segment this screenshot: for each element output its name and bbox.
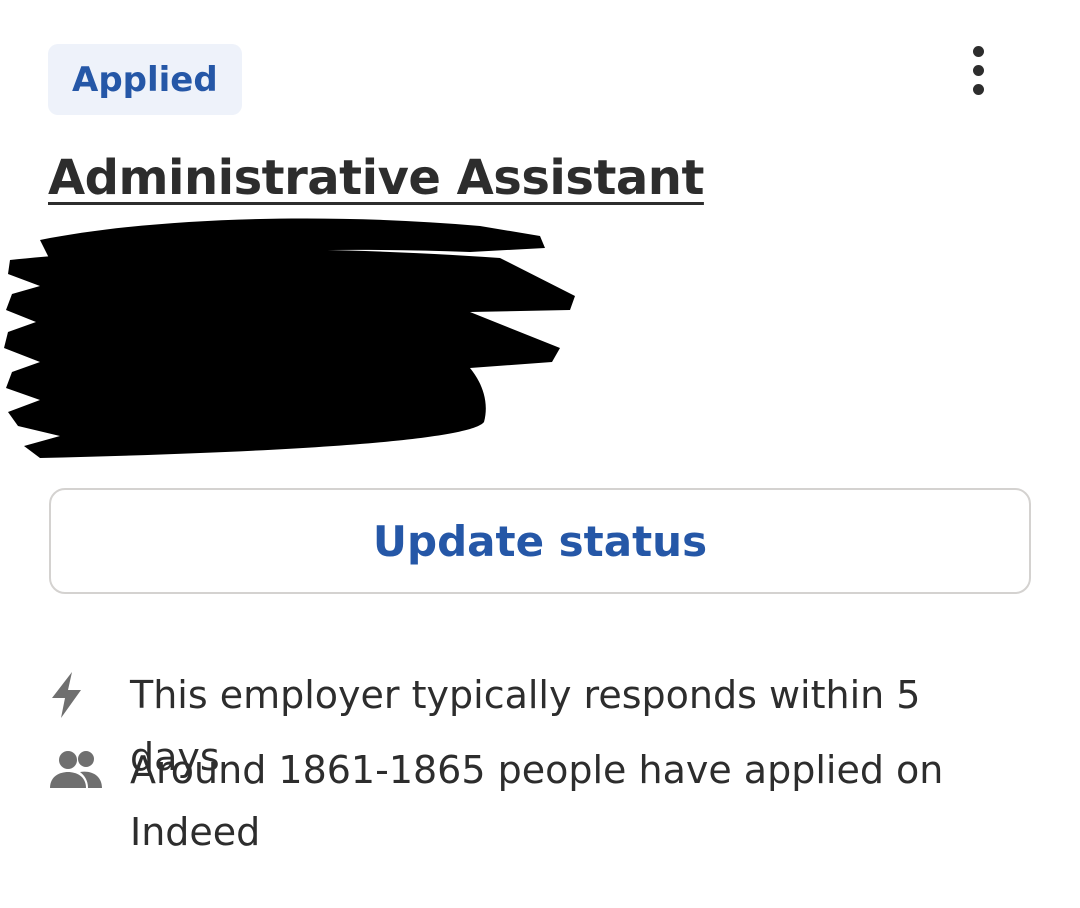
applicants-row: Around 1861-1865 people have applied on … [48, 745, 1010, 863]
applicants-text: Around 1861-1865 people have applied on … [130, 748, 944, 854]
update-status-button[interactable]: Update status [49, 488, 1031, 594]
status-badge: Applied [48, 44, 242, 115]
job-title-link[interactable]: Administrative Assistant [48, 150, 704, 206]
redaction-scribble [4, 218, 575, 458]
more-options-button[interactable] [950, 38, 1006, 102]
lightning-bolt-icon [48, 670, 106, 720]
more-vertical-icon-dot [972, 64, 984, 76]
job-application-card: Applied Administrative Assistant Update … [0, 0, 1080, 908]
people-icon [48, 745, 106, 795]
update-status-label: Update status [372, 516, 708, 566]
more-vertical-icon [972, 45, 984, 57]
status-badge-label: Applied [72, 59, 218, 100]
more-vertical-icon-dot [972, 83, 984, 95]
